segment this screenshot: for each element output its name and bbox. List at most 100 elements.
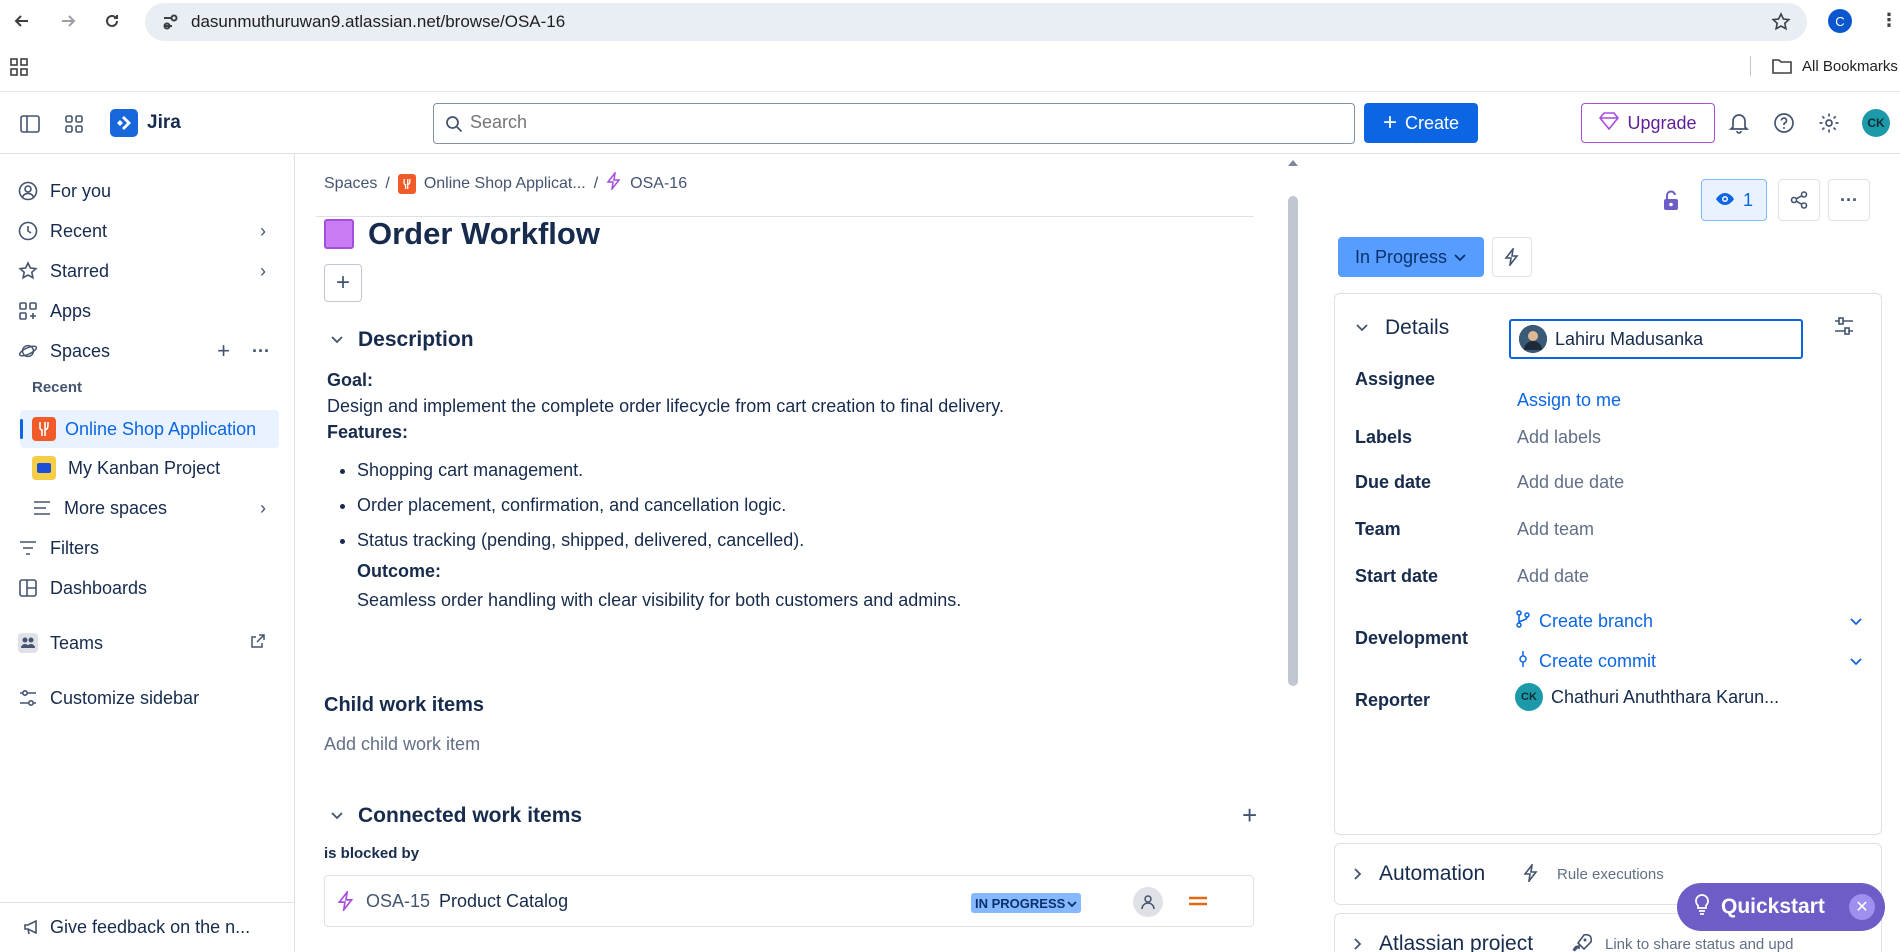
sidebar-label-for-you: For you [50,180,112,201]
features-list: Shopping cart management. Order placemen… [327,458,1227,554]
description-body[interactable]: Goal: Design and implement the complete … [327,368,1227,614]
url-text: dasunmuthuruwan9.atlassian.net/browse/OS… [191,12,566,31]
create-branch-row[interactable]: Create branch [1515,610,1863,633]
all-bookmarks-link[interactable]: All Bookmarks [1802,58,1898,75]
app-switcher-icon[interactable] [62,112,86,136]
create-button[interactable]: + Create [1364,103,1478,143]
add-child-work-item[interactable]: Add child work item [324,734,480,755]
teams-icon [18,633,38,653]
add-content-plus-button[interactable]: + [324,264,362,302]
browser-menu-icon[interactable]: ⋮ [1880,10,1898,31]
create-commit-row[interactable]: Create commit [1515,650,1863,673]
give-feedback-button[interactable]: Give feedback on the n... [22,908,284,946]
details-header[interactable]: Details [1355,316,1449,340]
sidebar-label-spaces: Spaces [50,340,111,361]
details-heading: Details [1385,316,1450,339]
add-space-plus-icon[interactable]: + [217,338,230,364]
reporter-field[interactable]: CK Chathuri Anuththara Karun... [1515,683,1779,711]
forward-icon[interactable] [54,8,82,34]
sidebar-item-for-you[interactable]: For you [18,172,280,210]
goal-label: Goal: [327,370,374,390]
address-bar[interactable]: dasunmuthuruwan9.atlassian.net/browse/OS… [145,3,1807,41]
site-info-icon[interactable] [161,13,179,36]
sidebar-item-filters[interactable]: Filters [18,529,280,567]
linked-issue-title[interactable]: Product Catalog [439,891,568,912]
connected-work-items-header[interactable]: Connected work items [330,804,582,828]
breadcrumb-spaces[interactable]: Spaces [324,175,377,193]
team-field[interactable]: Add team [1517,519,1594,540]
chevron-down-icon[interactable] [1849,611,1863,632]
sidebar-item-more-spaces[interactable]: More spaces › [32,489,280,527]
chevron-down-icon[interactable] [1849,651,1863,672]
sidebar-label-apps: Apps [50,300,92,321]
sidebar-item-online-shop[interactable]: Online Shop Application [20,410,279,448]
browser-profile-avatar[interactable]: C [1828,9,1852,33]
notifications-bell-icon[interactable] [1727,111,1751,135]
chevron-right-icon[interactable]: › [260,261,266,282]
active-indicator [20,419,23,439]
breadcrumb-separator: / [593,174,599,192]
jira-logo-icon[interactable] [110,109,138,137]
sidebar-item-recent[interactable]: Recent › [18,212,280,250]
sidebar-divider [0,902,294,903]
assignee-field[interactable]: Lahiru Madusanka [1509,319,1803,359]
linked-issue-status-lozenge[interactable]: IN PROGRESS [971,893,1082,913]
description-heading: Description [358,328,474,351]
reload-icon[interactable] [98,8,126,34]
dashboard-icon [18,578,38,598]
priority-medium-icon [1187,893,1209,914]
quickstart-button[interactable]: Quickstart ✕ [1677,883,1885,931]
automation-lightning-icon[interactable] [1492,237,1532,277]
assign-to-me-link[interactable]: Assign to me [1517,390,1621,411]
more-actions-icon[interactable]: ··· [252,341,270,362]
breadcrumb-issue-key[interactable]: OSA-16 [630,175,687,193]
sidebar-item-spaces[interactable]: Spaces + ··· [18,332,280,370]
sidebar-item-teams[interactable]: Teams [18,624,280,662]
chevron-right-icon[interactable]: › [260,498,266,519]
due-date-field[interactable]: Add due date [1517,472,1624,493]
sidebar-item-customize[interactable]: Customize sidebar [18,679,280,717]
share-icon[interactable] [1778,179,1820,221]
apps-grid-icon[interactable] [10,58,28,81]
search-field[interactable] [433,103,1355,144]
chevron-right-icon[interactable]: › [260,221,266,242]
branch-icon [1515,610,1531,633]
epic-color-icon[interactable] [324,219,354,249]
unassigned-avatar-icon[interactable] [1133,887,1163,917]
start-date-field[interactable]: Add date [1517,566,1589,587]
search-input[interactable] [470,112,1330,133]
sidebar-item-dashboards[interactable]: Dashboards [18,569,280,607]
close-icon[interactable]: ✕ [1849,894,1875,920]
sidebar-item-kanban[interactable]: My Kanban Project [32,449,294,487]
bookmarks-bar: All Bookmarks [0,42,1900,92]
issue-title[interactable]: Order Workflow [368,216,600,252]
lock-icon[interactable] [1656,186,1686,216]
team-label: Team [1355,519,1401,539]
title-row: Order Workflow [324,216,600,252]
labels-field[interactable]: Add labels [1517,427,1601,448]
app-name[interactable]: Jira [147,112,181,134]
configure-fields-icon[interactable] [1833,316,1855,341]
sidebar-label-starred: Starred [50,260,110,281]
more-actions-icon[interactable]: ··· [1828,179,1870,221]
help-icon[interactable] [1772,111,1796,135]
watch-button[interactable]: 1 [1701,179,1767,221]
user-avatar[interactable]: CK [1862,109,1890,137]
back-icon[interactable] [8,8,36,34]
status-dropdown-button[interactable]: In Progress [1338,237,1484,277]
linked-issue-row[interactable]: OSA-15 Product Catalog IN PROGRESS [324,875,1254,927]
sidebar-toggle-icon[interactable] [18,112,42,136]
status-label: In Progress [1354,246,1448,267]
epic-lightning-icon [337,889,355,916]
sidebar-item-apps[interactable]: Apps [18,292,280,330]
main-scrollbar-thumb[interactable] [1288,196,1298,686]
add-link-plus-icon[interactable]: + [1242,800,1257,831]
upgrade-button[interactable]: Upgrade [1581,103,1715,143]
linked-issue-key[interactable]: OSA-15 [366,891,430,912]
description-header[interactable]: Description [330,328,474,352]
external-link-icon[interactable] [250,633,266,654]
bookmark-star-icon[interactable] [1771,12,1791,37]
breadcrumb-project[interactable]: Online Shop Applicat... [424,175,586,193]
settings-gear-icon[interactable] [1817,111,1841,135]
sidebar-item-starred[interactable]: Starred › [18,252,280,290]
